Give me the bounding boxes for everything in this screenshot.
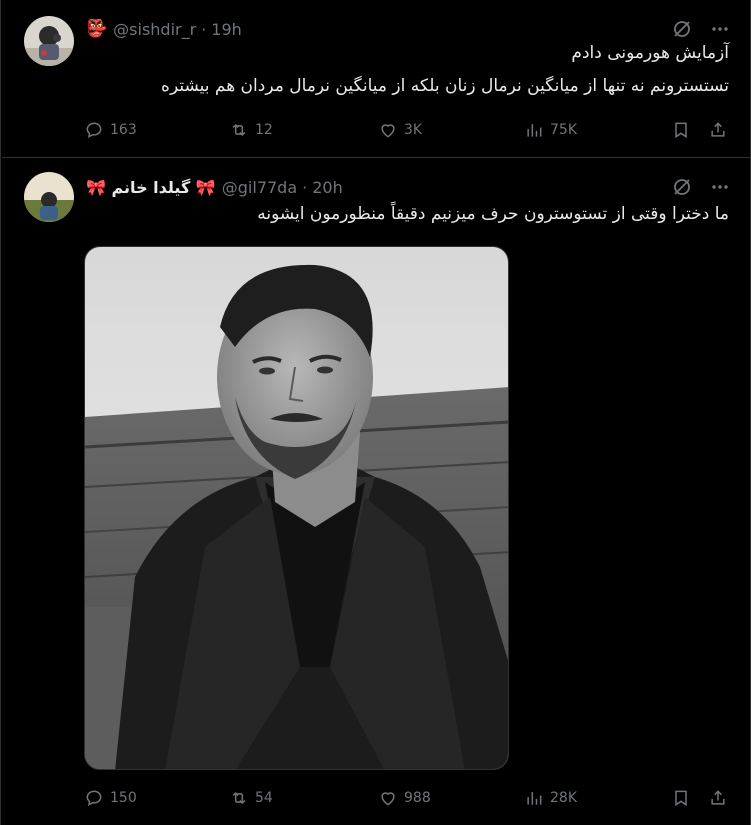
share-icon (711, 122, 725, 137)
grok-icon[interactable] (671, 18, 693, 40)
tweet-top-actions (671, 176, 731, 198)
tweet-top-actions (671, 18, 731, 40)
like-button[interactable]: 3K (378, 120, 422, 140)
grok-icon[interactable] (671, 176, 693, 198)
heart-icon (381, 792, 395, 806)
tweet-photo[interactable] (84, 246, 509, 770)
like-button[interactable]: 988 (378, 788, 431, 808)
display-name[interactable]: 🎀 گیلدا خانم 🎀 (86, 178, 216, 197)
user-handle[interactable]: @sishdir_r (113, 20, 196, 39)
repost-button[interactable]: 12 (229, 120, 273, 140)
share-button[interactable] (708, 788, 728, 808)
avatar[interactable] (24, 172, 74, 222)
tweet-actions: 163 12 3K 75K (84, 118, 731, 142)
share-icon (711, 790, 725, 805)
tweet-header: 👺 @sishdir_r · 19h (86, 18, 242, 40)
separator: · (201, 19, 207, 39)
tweet[interactable]: 👺 @sishdir_r · 19h آزمایش هورمونی دادم ت… (2, 0, 751, 158)
bookmark-icon (675, 122, 687, 139)
reply-button[interactable]: 150 (84, 788, 137, 808)
bookmark-button[interactable] (671, 120, 691, 140)
reply-icon (86, 790, 102, 807)
bookmark-button[interactable] (671, 788, 691, 808)
views-icon (527, 792, 542, 805)
timeline: 👺 @sishdir_r · 19h آزمایش هورمونی دادم ت… (0, 0, 751, 825)
separator: · (302, 177, 308, 197)
views-button[interactable]: 75K (524, 120, 577, 140)
reply-count: 163 (110, 122, 137, 138)
tweet-actions: 150 54 988 28K (84, 786, 731, 810)
tweet-header: 🎀 گیلدا خانم 🎀 @gil77da · 20h (86, 176, 343, 198)
like-count: 988 (404, 790, 431, 806)
more-icon[interactable] (709, 18, 731, 40)
timestamp[interactable]: 20h (312, 178, 343, 197)
views-icon (527, 124, 542, 137)
tweet[interactable]: 🎀 گیلدا خانم 🎀 @gil77da · 20h ما دخترا و… (2, 159, 751, 825)
tweet-text-line: ما دخترا وقتی از تستوسترون حرف میزنیم دق… (257, 204, 729, 224)
like-count: 3K (404, 122, 423, 138)
repost-icon (232, 123, 246, 137)
views-button[interactable]: 28K (524, 788, 577, 808)
reply-count: 150 (110, 790, 137, 806)
repost-button[interactable]: 54 (229, 788, 273, 808)
reply-icon (86, 122, 102, 139)
tweet-text-line: آزمایش هورمونی دادم (571, 43, 729, 63)
user-handle[interactable]: @gil77da (222, 178, 297, 197)
reply-button[interactable]: 163 (84, 120, 137, 140)
share-button[interactable] (708, 120, 728, 140)
timestamp[interactable]: 19h (211, 20, 242, 39)
heart-icon (381, 124, 395, 138)
repost-count: 12 (255, 122, 273, 138)
emoji: 👺 (86, 19, 108, 39)
more-icon[interactable] (709, 176, 731, 198)
repost-icon (232, 791, 246, 805)
bookmark-icon (675, 790, 687, 807)
tweet-text-line: تستسترونم نه تنها از میانگین نرمال زنان … (161, 76, 729, 96)
view-count: 28K (550, 790, 577, 806)
repost-count: 54 (255, 790, 273, 806)
view-count: 75K (550, 122, 577, 138)
avatar[interactable] (24, 16, 74, 66)
